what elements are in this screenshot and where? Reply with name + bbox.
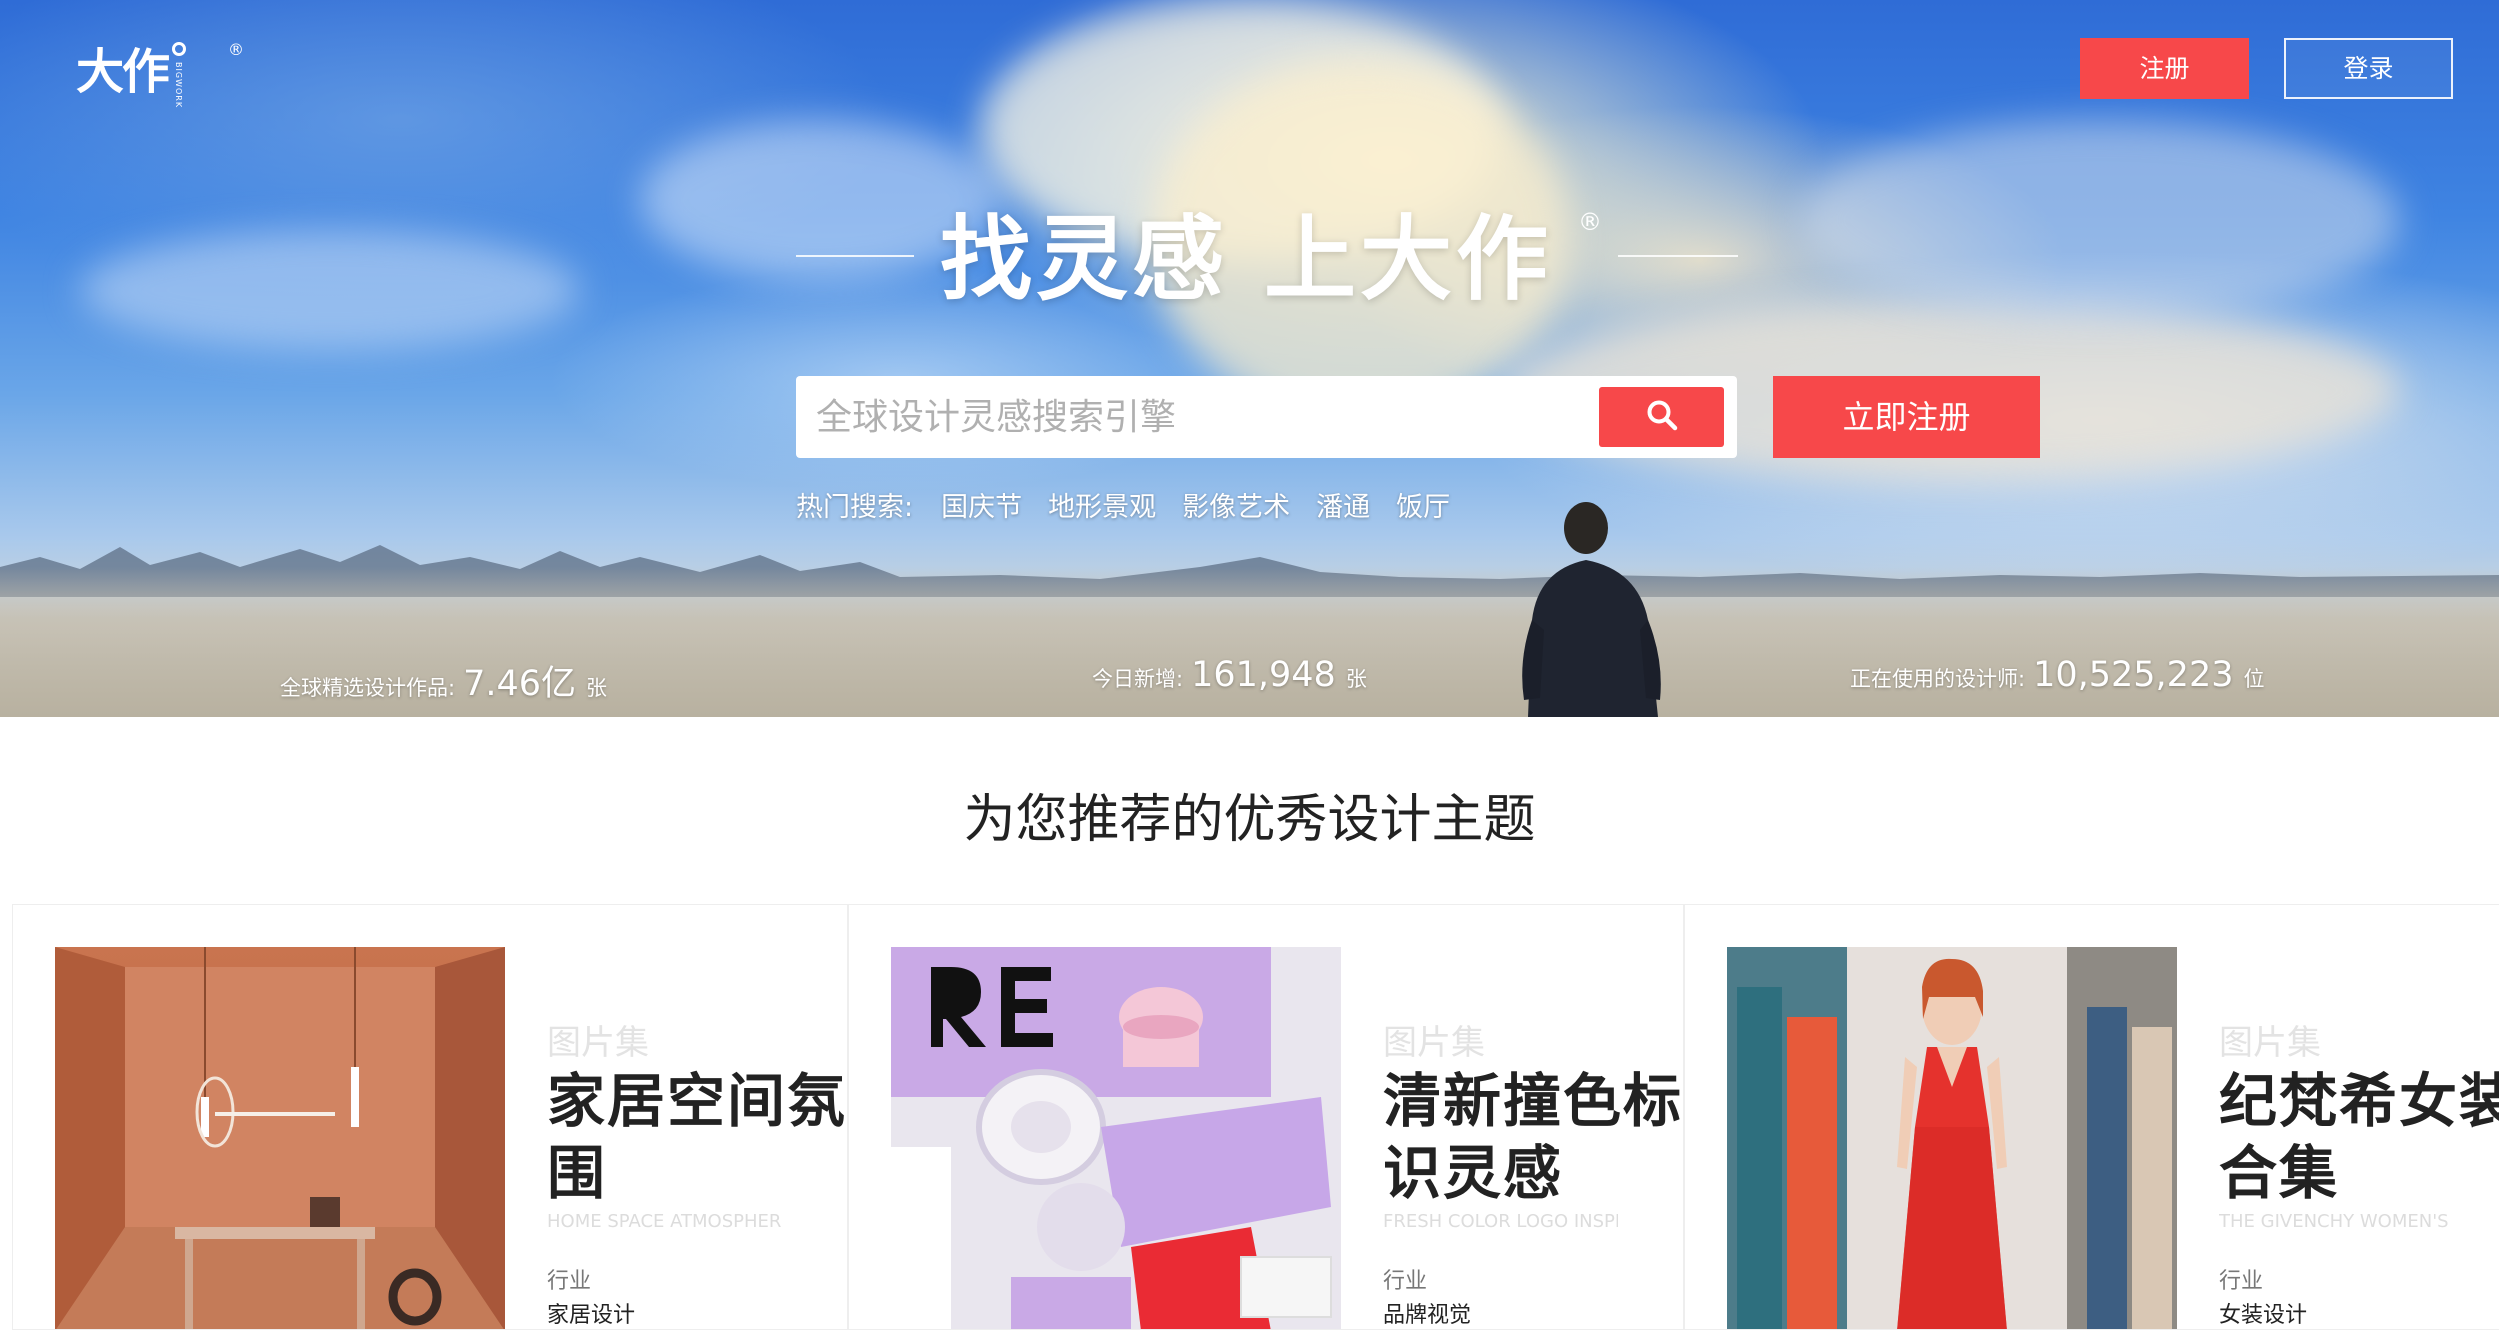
hot-search-item[interactable]: 国庆节 [941, 485, 1022, 524]
card-category[interactable]: 品牌视觉 [1383, 1297, 1471, 1329]
stat-value: 10,525,223 [2033, 655, 2234, 695]
hero-banner [0, 0, 2499, 717]
card-image-givenchy[interactable] [1727, 947, 2177, 1329]
card-title-en: FRESH COLOR LOGO INSPIRATION [1383, 1211, 1618, 1232]
logo-registered-mark: ® [228, 40, 244, 59]
card-category-label: 行业 [1383, 1269, 1428, 1294]
stat-active-designers: 正在使用的设计师: 10,525,223 位 [1850, 655, 2264, 703]
stat-label: 正在使用的设计师: [1850, 667, 2026, 691]
hot-search-item[interactable]: 饭厅 [1396, 485, 1450, 524]
logo-mark: BIGWORK [168, 40, 208, 108]
card-meta: 图片集 家居空间氛围 HOME SPACE ATMOSPHERE 行业 家居设计 [547, 905, 847, 1329]
stat-value: 161,948 [1191, 655, 1336, 695]
search-button[interactable] [1599, 387, 1724, 447]
card-title[interactable]: 清新撞色标识灵感 [1383, 1065, 1683, 1209]
card-image-home-space[interactable] [55, 947, 505, 1329]
slogan-divider-left [796, 255, 914, 257]
register-button[interactable]: 注册 [2080, 38, 2249, 99]
theme-card[interactable]: 图片集 纪梵希女装合集 THE GIVENCHY WOMEN'S COLLECT… [1684, 904, 2499, 1330]
card-title[interactable]: 纪梵希女装合集 [2219, 1065, 2499, 1209]
hot-search-item[interactable]: 影像艺术 [1182, 485, 1290, 524]
search-input[interactable] [816, 376, 1576, 458]
card-meta: 图片集 清新撞色标识灵感 FRESH COLOR LOGO INSPIRATIO… [1383, 905, 1683, 1329]
stat-label: 今日新增: [1092, 667, 1184, 691]
hot-search-item[interactable]: 地形景观 [1048, 485, 1156, 524]
person-silhouette [1488, 500, 1688, 717]
logo-dot-icon [172, 42, 187, 56]
cta-register-button[interactable]: 立即注册 [1773, 376, 2040, 458]
stat-total-works: 全球精选设计作品: 7.46亿 张 [280, 655, 608, 704]
card-type: 图片集 [2219, 1023, 2321, 1063]
logo-subtext: BIGWORK [174, 62, 184, 109]
hot-searches-label: 热门搜索: [796, 491, 914, 523]
card-image-logo-inspiration[interactable] [891, 947, 1341, 1329]
slogan-registered-mark: ® [1578, 208, 1602, 236]
card-category-label: 行业 [547, 1269, 592, 1294]
card-meta: 图片集 纪梵希女装合集 THE GIVENCHY WOMEN'S COLLECT… [2219, 905, 2499, 1329]
search-icon [1645, 398, 1679, 436]
theme-card[interactable]: 图片集 家居空间氛围 HOME SPACE ATMOSPHERE 行业 家居设计 [12, 904, 848, 1330]
hot-searches: 热门搜索: 国庆节 地形景观 影像艺术 潘通 饭厅 [796, 484, 1476, 524]
search-box [796, 376, 1737, 458]
card-title-en: HOME SPACE ATMOSPHERE [547, 1211, 782, 1232]
logo-text: 大作 [76, 44, 170, 100]
site-logo[interactable]: 大作 BIGWORK ® [76, 40, 256, 110]
slogan-divider-right [1618, 255, 1738, 257]
hero-slogan: 找灵感 上大作 [940, 206, 1553, 313]
stat-today-new: 今日新增: 161,948 张 [1092, 655, 1367, 703]
hot-search-item[interactable]: 潘通 [1316, 485, 1370, 524]
stat-value: 7.46亿 [463, 664, 577, 704]
stat-unit: 张 [1345, 667, 1367, 691]
card-title-en: THE GIVENCHY WOMEN'S COLLECTION [2219, 1211, 2454, 1232]
cloud-decoration [80, 230, 580, 350]
card-category[interactable]: 家居设计 [547, 1297, 635, 1329]
login-button[interactable]: 登录 [2284, 38, 2453, 99]
stat-unit: 张 [586, 676, 608, 700]
section-title: 为您推荐的优秀设计主题 [963, 790, 1536, 850]
card-category-label: 行业 [2219, 1269, 2264, 1294]
card-category[interactable]: 女装设计 [2219, 1297, 2307, 1329]
theme-card-list: 图片集 家居空间氛围 HOME SPACE ATMOSPHERE 行业 家居设计 [12, 904, 2499, 1330]
theme-card[interactable]: 图片集 清新撞色标识灵感 FRESH COLOR LOGO INSPIRATIO… [848, 904, 1684, 1330]
card-type: 图片集 [1383, 1023, 1485, 1063]
stat-unit: 位 [2243, 667, 2265, 691]
card-title[interactable]: 家居空间氛围 [547, 1065, 847, 1209]
stat-label: 全球精选设计作品: [280, 676, 456, 700]
cloud-decoration [1800, 120, 2400, 320]
card-type: 图片集 [547, 1023, 649, 1063]
